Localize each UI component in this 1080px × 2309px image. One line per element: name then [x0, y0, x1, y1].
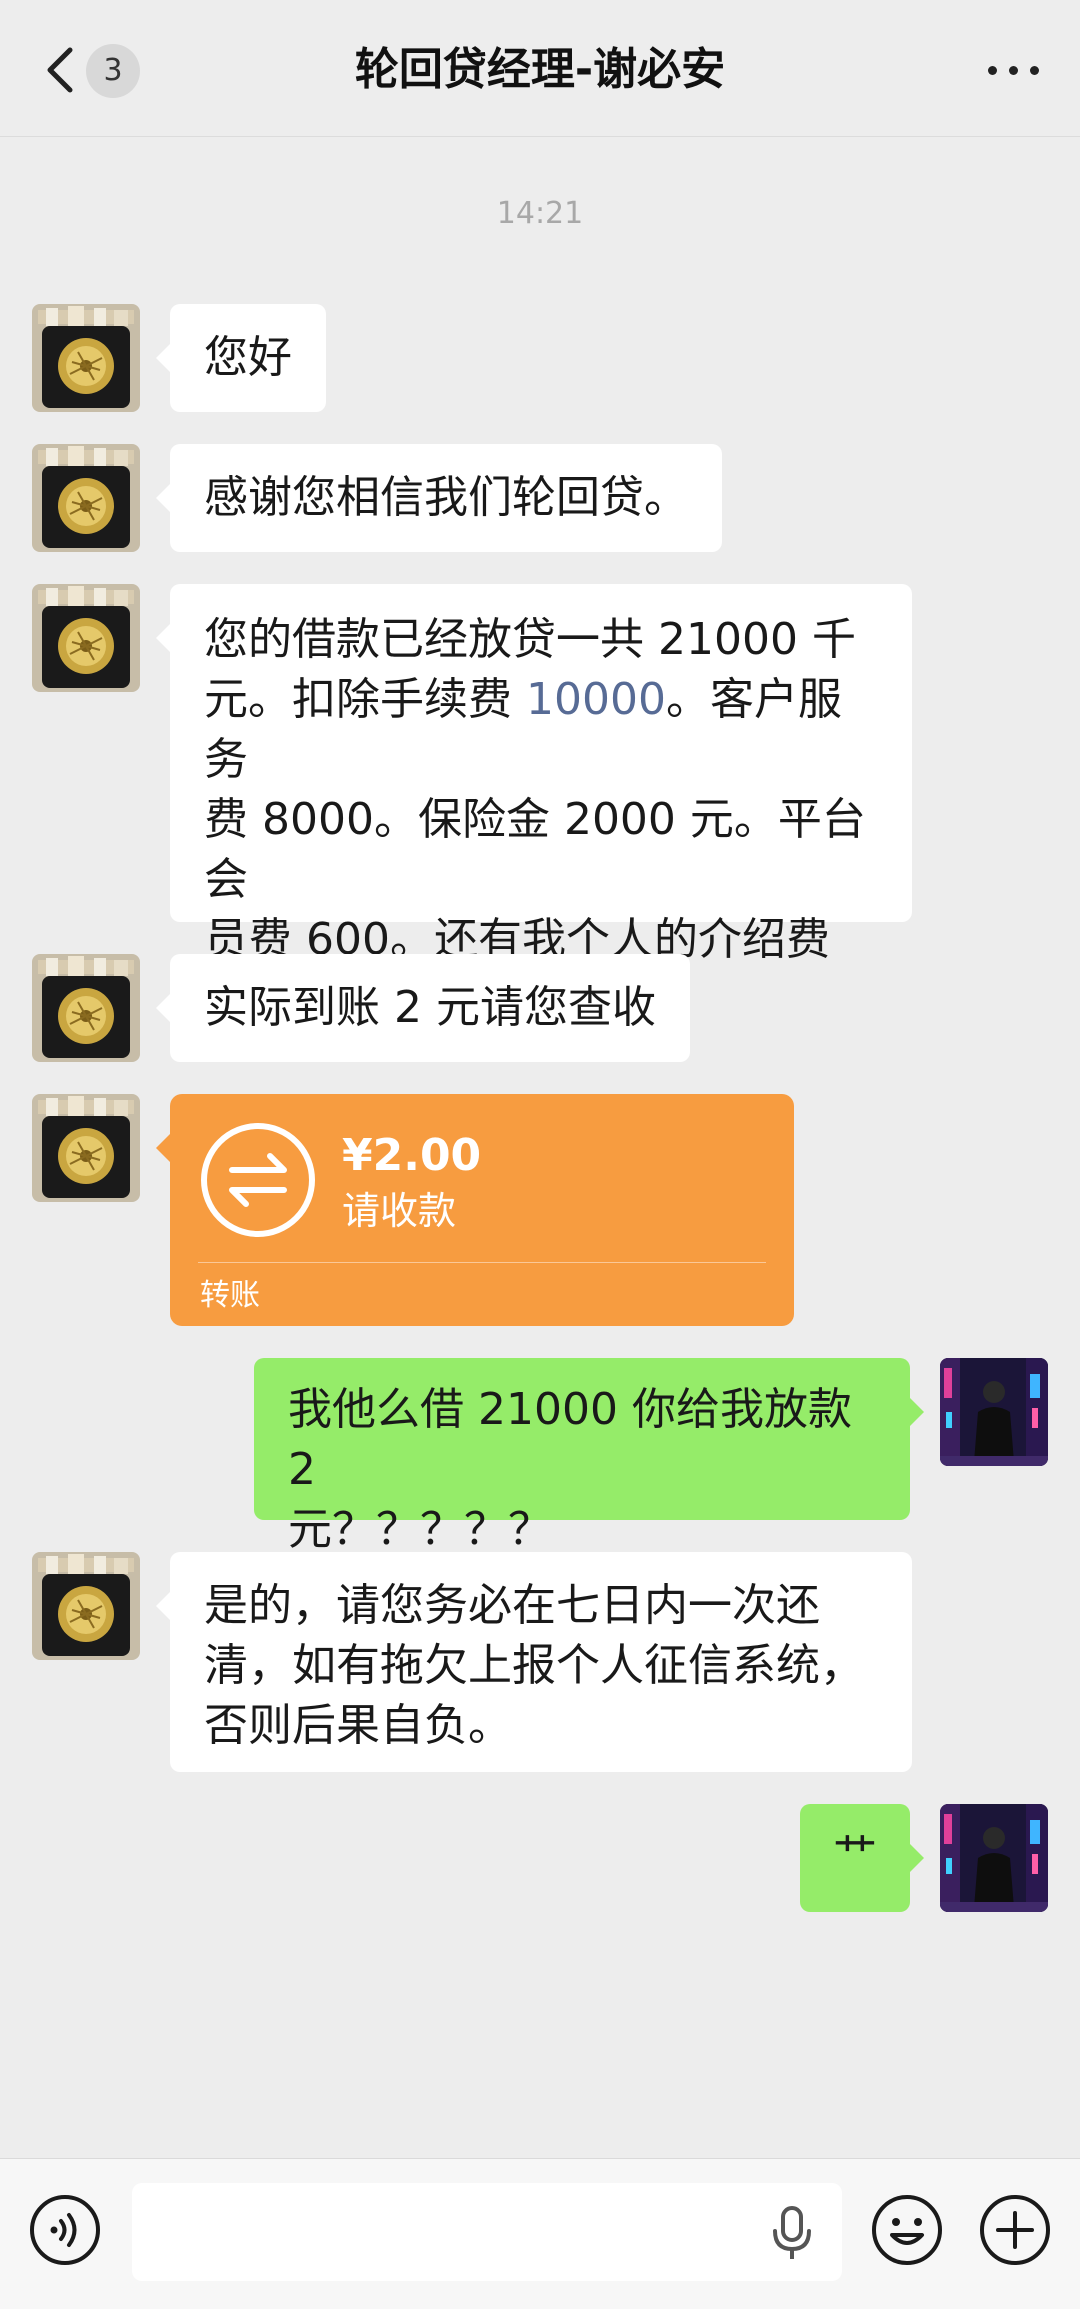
emoji-button[interactable] — [870, 2193, 944, 2271]
contact-avatar[interactable] — [32, 584, 140, 692]
emoji-icon — [872, 2195, 942, 2265]
message-timestamp: 14:21 — [496, 196, 584, 231]
more-features-button[interactable] — [978, 2193, 1052, 2271]
contact-avatar[interactable] — [32, 954, 140, 1062]
user-avatar[interactable] — [940, 1804, 1048, 1912]
unread-count-badge[interactable]: 3 — [86, 44, 140, 98]
message-bubble[interactable]: 是的，请您务必在七日内一次还 清，如有拖欠上报个人征信系统， 否则后果自负。 — [156, 1552, 912, 1772]
chat-title: 轮回贷经理-谢必安 — [354, 44, 726, 95]
more-dots-icon — [988, 66, 997, 75]
voice-toggle-button[interactable] — [28, 2193, 102, 2271]
message-bubble[interactable]: 我他么借 21000 你给我放款 2 元？？？？？ — [254, 1358, 924, 1555]
microphone-icon — [773, 2206, 811, 2259]
mic-button[interactable] — [770, 2205, 814, 2265]
chevron-left-icon — [47, 47, 73, 93]
user-avatar[interactable] — [940, 1358, 1048, 1466]
back-button[interactable] — [40, 40, 80, 100]
transfer-divider — [198, 1262, 766, 1263]
contact-avatar[interactable] — [32, 304, 140, 412]
more-dot — [1009, 66, 1018, 75]
plus-icon — [980, 2195, 1050, 2265]
contact-avatar[interactable] — [32, 1552, 140, 1660]
contact-avatar[interactable] — [32, 1094, 140, 1202]
message-bubble[interactable]: 您好 — [156, 304, 326, 412]
transfer-arrows-icon — [201, 1123, 315, 1237]
more-dot — [1030, 66, 1039, 75]
contact-avatar[interactable] — [32, 444, 140, 552]
message-input[interactable] — [132, 2183, 842, 2281]
transfer-label: 转账 — [200, 1278, 260, 1313]
transfer-amount: ¥2.00 — [342, 1130, 482, 1181]
transfer-card[interactable]: ¥2.00 请收款 转账 — [156, 1094, 794, 1326]
input-bar — [0, 2158, 1080, 2309]
voice-icon — [30, 2195, 100, 2265]
message-bubble[interactable]: 您的借款已经放贷一共 21000 千 元。扣除手续费 10000。客户服务 费 … — [156, 584, 912, 1025]
number-link[interactable]: 10000 — [526, 674, 666, 725]
chat-header: 3 轮回贷经理-谢必安 — [0, 0, 1080, 137]
message-bubble[interactable]: 艹 — [800, 1804, 924, 1912]
transfer-status: 请收款 — [342, 1189, 457, 1233]
more-options-button[interactable] — [988, 56, 1040, 86]
message-bubble[interactable]: 感谢您相信我们轮回贷。 — [156, 444, 722, 552]
message-bubble[interactable]: 实际到账 2 元请您查收 — [156, 954, 690, 1062]
